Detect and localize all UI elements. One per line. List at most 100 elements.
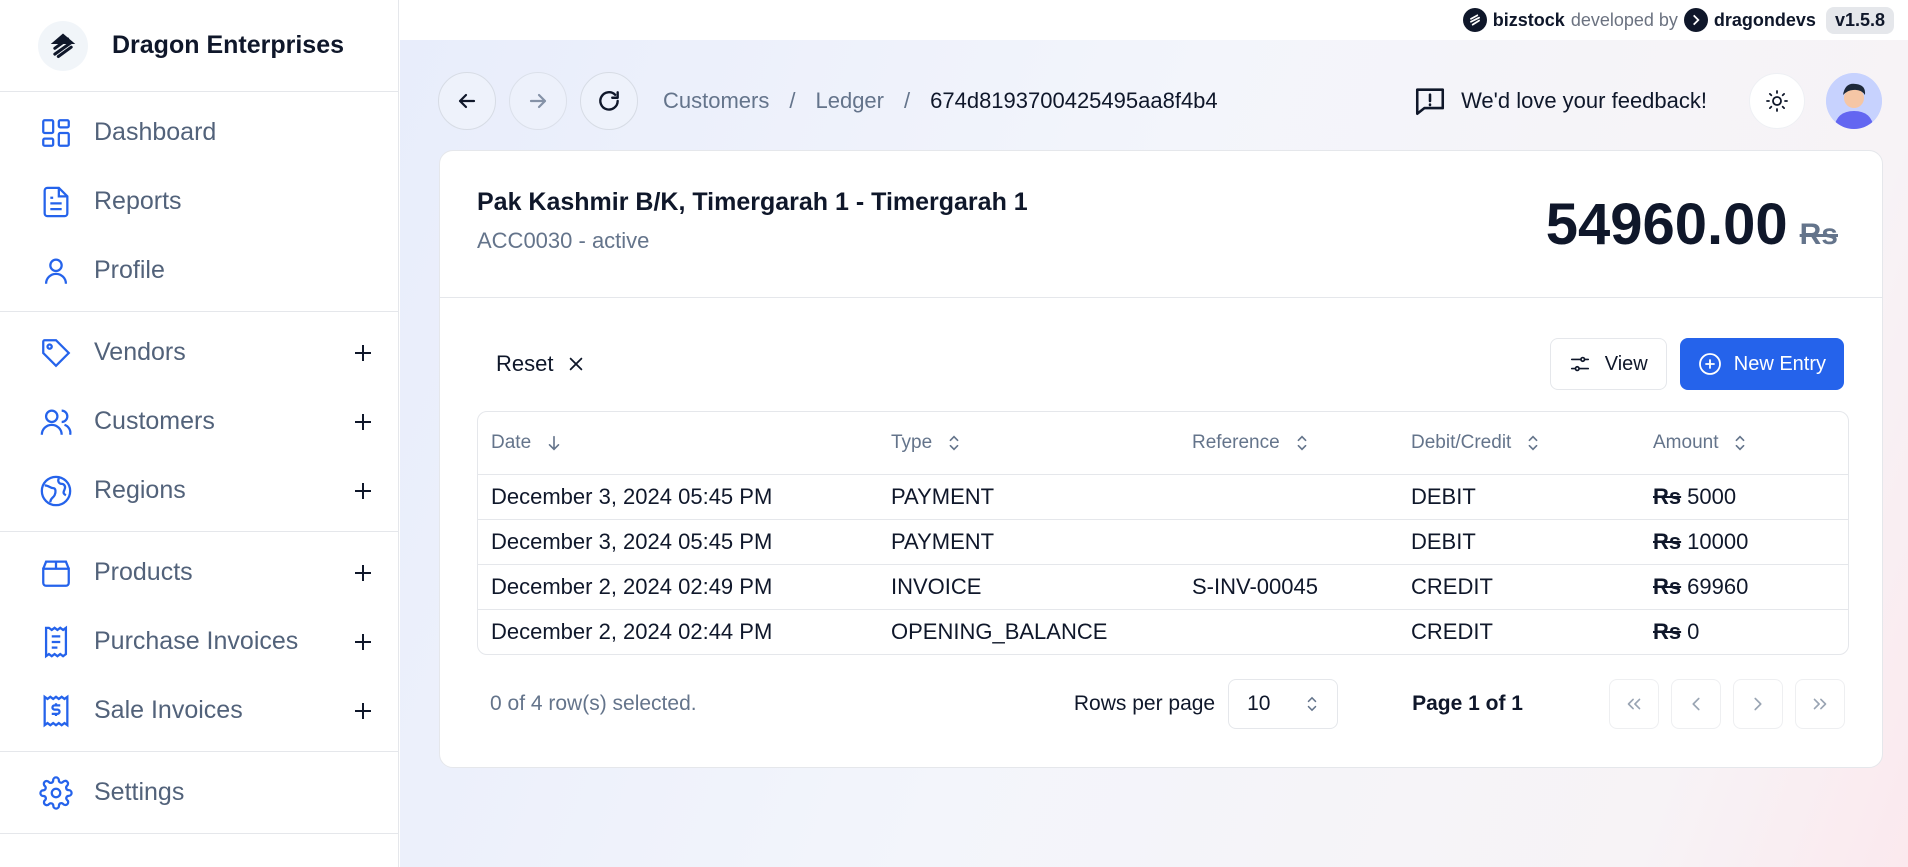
currency-symbol: Rs: [1653, 573, 1682, 599]
cell-type: OPENING_BALANCE: [891, 618, 1108, 644]
sidebar-item-products[interactable]: Products: [0, 538, 398, 607]
sliders-icon: [1570, 356, 1589, 372]
refresh-icon: [599, 91, 619, 111]
new-entry-button[interactable]: New Entry: [1679, 338, 1844, 390]
dashboard-icon: [38, 115, 74, 151]
breadcrumb-customers[interactable]: Customers: [663, 88, 769, 114]
user-icon: [38, 253, 74, 289]
cell-debit-credit: DEBIT: [1411, 519, 1653, 565]
cell-reference: [1192, 609, 1411, 654]
view-options-button[interactable]: View: [1549, 338, 1667, 390]
column-label: Reference: [1192, 431, 1280, 453]
back-button[interactable]: [438, 72, 496, 130]
previous-page-button[interactable]: [1671, 679, 1721, 729]
amount-value: 69960: [1687, 573, 1749, 599]
column-header-debit-credit[interactable]: Debit/Credit: [1411, 412, 1653, 475]
rows-per-page-label: Rows per page: [1073, 692, 1216, 715]
arrow-left-icon: [458, 93, 476, 109]
users-icon: [38, 404, 74, 440]
plus-icon[interactable]: [350, 478, 376, 504]
sidebar-item-sale-invoices[interactable]: Sale Invoices: [0, 676, 398, 745]
table-row[interactable]: December 2, 2024 02:44 PM OPENING_BALANC…: [478, 609, 1848, 654]
rows-per-page-select[interactable]: 10: [1228, 679, 1339, 729]
plus-icon[interactable]: [350, 560, 376, 586]
table-row[interactable]: December 3, 2024 05:45 PM PAYMENT DEBIT …: [478, 519, 1848, 565]
sidebar-item-vendors[interactable]: Vendors: [0, 318, 398, 387]
plus-icon[interactable]: [350, 629, 376, 655]
sidebar-item-label: Customers: [94, 407, 215, 435]
nav-group-settings: Settings: [0, 752, 398, 834]
cell-reference: S-INV-00045: [1192, 564, 1411, 610]
sidebar-item-label: Reports: [94, 187, 182, 215]
column-header-reference[interactable]: Reference: [1192, 412, 1411, 475]
plus-icon[interactable]: [350, 409, 376, 435]
sidebar-item-purchase-invoices[interactable]: Purchase Invoices: [0, 607, 398, 676]
reset-label: Reset: [496, 351, 554, 376]
view-label: View: [1604, 352, 1648, 375]
arrow-down-icon: [548, 435, 560, 451]
first-page-button[interactable]: [1609, 679, 1659, 729]
ledger-table: Date Type Reference Debit/Credit Amount …: [477, 411, 1849, 655]
table-footer: 0 of 4 row(s) selected. Rows per page 10…: [477, 678, 1845, 730]
table-row[interactable]: December 2, 2024 02:49 PM INVOICE S-INV-…: [478, 564, 1848, 610]
receipt-icon: [38, 624, 74, 660]
forward-button[interactable]: [509, 72, 567, 130]
table-toolbar: Reset View New Entry: [478, 338, 1844, 390]
sidebar-item-customers[interactable]: Customers: [0, 387, 398, 456]
sidebar-item-profile[interactable]: Profile: [0, 236, 398, 305]
rows-per-page: Rows per page 10: [1073, 679, 1339, 729]
currency-symbol: Rs: [1653, 528, 1682, 554]
breadcrumb-ledger[interactable]: Ledger: [815, 88, 884, 114]
brand[interactable]: Dragon Enterprises: [0, 0, 398, 92]
column-label: Debit/Credit: [1411, 431, 1512, 453]
cell-date: December 3, 2024 05:45 PM: [478, 474, 891, 520]
last-page-button[interactable]: [1795, 679, 1845, 729]
balance-currency: Rs: [1799, 218, 1838, 251]
column-header-date[interactable]: Date: [478, 412, 891, 475]
sidebar-item-regions[interactable]: Regions: [0, 456, 398, 525]
column-header-type[interactable]: Type: [891, 412, 1192, 475]
arrow-right-icon: [529, 93, 547, 109]
sidebar-item-dashboard[interactable]: Dashboard: [0, 98, 398, 167]
feedback-label: We'd love your feedback!: [1461, 88, 1707, 113]
feedback-button[interactable]: We'd love your feedback!: [1413, 84, 1707, 118]
sidebar-item-label: Sale Invoices: [94, 696, 243, 724]
brand-logo-icon: [38, 20, 88, 71]
reset-filters-button[interactable]: Reset: [478, 338, 595, 390]
dollar-receipt-icon: [38, 693, 74, 729]
table-row[interactable]: December 3, 2024 05:45 PM PAYMENT DEBIT …: [478, 474, 1848, 520]
rows-per-page-value: 10: [1247, 692, 1271, 715]
cell-amount: Rs 69960: [1653, 564, 1848, 610]
chevrons-left-icon: [1627, 698, 1641, 710]
breadcrumb-current: 674d8193700425495aa8f4b4: [930, 88, 1218, 113]
sidebar-item-label: Profile: [94, 256, 165, 284]
avatar[interactable]: [1826, 73, 1882, 129]
column-header-amount[interactable]: Amount: [1653, 412, 1848, 475]
avatar-icon: [1826, 73, 1882, 129]
plus-icon[interactable]: [350, 340, 376, 366]
breadcrumb: Customers / Ledger / 674d8193700425495aa…: [663, 88, 1218, 114]
developed-by-label: developed by: [1570, 9, 1678, 30]
cell-type: PAYMENT: [891, 519, 1192, 565]
currency-symbol: Rs: [1653, 483, 1682, 509]
cell-debit-credit: CREDIT: [1411, 564, 1653, 610]
nav-group-inventory: Products Purchase Invoices Sale Invoices: [0, 532, 398, 752]
sidebar-item-settings[interactable]: Settings: [0, 758, 398, 827]
sidebar-item-label: Vendors: [94, 338, 186, 366]
globe-icon: [38, 473, 74, 509]
sort-icon: [1528, 435, 1538, 451]
breadcrumb-separator: /: [789, 88, 796, 113]
balance-amount: 54960.00: [1545, 192, 1788, 257]
sidebar-item-reports[interactable]: Reports: [0, 167, 398, 236]
new-entry-label: New Entry: [1733, 352, 1826, 375]
refresh-button[interactable]: [580, 72, 638, 130]
cell-date: December 3, 2024 05:45 PM: [478, 519, 891, 565]
product-name: bizstock: [1492, 9, 1565, 30]
sidebar-item-label: Purchase Invoices: [94, 627, 299, 655]
next-page-button[interactable]: [1733, 679, 1783, 729]
theme-toggle-button[interactable]: [1749, 73, 1805, 129]
plus-icon[interactable]: [350, 698, 376, 724]
sidebar: Dragon Enterprises Dashboard Reports Pro…: [0, 0, 399, 867]
ledger-card: Pak Kashmir B/K, Timergarah 1 - Timergar…: [439, 150, 1883, 768]
sort-icon: [1297, 435, 1307, 451]
